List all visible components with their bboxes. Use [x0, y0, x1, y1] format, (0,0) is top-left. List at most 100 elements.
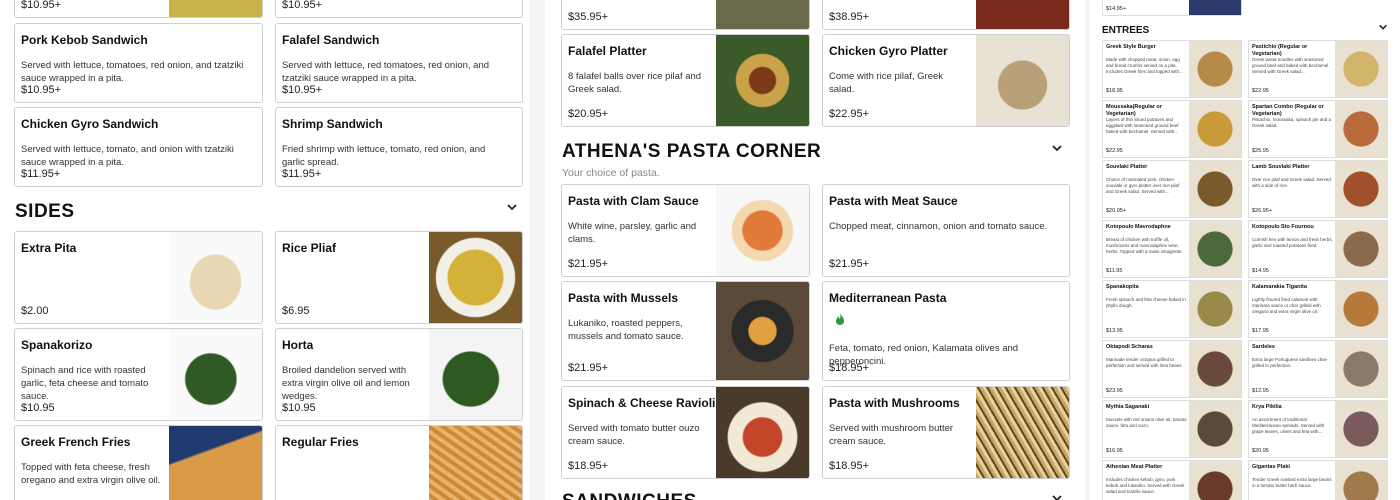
chevron-down-icon[interactable] [1051, 142, 1065, 156]
item-photo [716, 0, 809, 29]
menu-item-card[interactable]: Pasta with Meat Sauce Chopped meat, cinn… [822, 184, 1070, 277]
item-description: Come with rice pilaf, Greek salad. [829, 71, 944, 95]
item-price: $11.95+ [21, 168, 61, 180]
item-name: Shrimp Sandwich [282, 117, 383, 131]
item-name: Krya Pikilia [1252, 404, 1282, 410]
menu-item-card[interactable]: Chicken Gyro Platter Come with rice pila… [822, 34, 1070, 127]
menu-item-card[interactable]: Spanakorizo Spinach and rice with roaste… [14, 328, 263, 421]
item-photo [1189, 281, 1241, 337]
menu-item-card[interactable]: Kotopoulo Sto Fournou Cornish hen with le… [1248, 220, 1388, 278]
item-description: Served with lettuce, tomatoes, red onion… [21, 60, 244, 84]
item-photo [1189, 401, 1241, 457]
item-price: $18.95+ [568, 460, 609, 472]
item-name: Souvlaki Platter [1106, 164, 1148, 170]
menu-item-card[interactable]: Kotopoulo Mavrodaphne Breast of chicken w… [1102, 220, 1242, 278]
item-name: Mediterranean Pasta [829, 291, 947, 305]
menu-item-card[interactable]: Spinach & Cheese Ravioli Served with tom… [561, 386, 810, 479]
item-price: $2.00 [21, 305, 49, 317]
item-photo [976, 0, 1069, 29]
menu-item-card[interactable]: Falafel Platter 8 falafel balls over ric… [561, 34, 810, 127]
item-price: $17.95 [1252, 328, 1269, 334]
menu-item-card[interactable]: Greek Style Burger Made with chopped meat… [1102, 40, 1242, 98]
menu-item-card[interactable]: $14.95+ [1102, 0, 1242, 16]
menu-item-card[interactable]: Pork Kebob Sandwich Served with lettuce,… [14, 23, 263, 103]
menu-item-card[interactable]: Gigantas Plaki Tender Greek roasted extra… [1248, 460, 1388, 500]
item-description: Lukaniko, roasted peppers, mussels and t… [568, 318, 684, 342]
item-photo [1189, 221, 1241, 277]
menu-item-card[interactable]: Regular Fries [275, 425, 523, 500]
item-description: Tender Greek roasted extra large beans i… [1252, 477, 1332, 488]
item-price: $38.95+ [829, 11, 870, 23]
menu-item-card[interactable]: Lamb Souvlaki Platter Over rice pilaf and… [1248, 160, 1388, 218]
item-photo [429, 232, 522, 323]
item-description: Topped with feta cheese, fresh oregano a… [21, 462, 161, 486]
section-title-entrees: ENTREES [1102, 25, 1150, 36]
item-photo [169, 0, 262, 17]
menu-item-card[interactable]: Oktapodi Scharas Marinade tender octopus … [1102, 340, 1242, 398]
menu-item-card[interactable]: Krya Pikilia An assortment of traditional… [1248, 400, 1388, 458]
item-price: $35.95+ [568, 11, 609, 23]
menu-item-card[interactable]: Chicken Gyro Sandwich Served with lettuc… [14, 107, 263, 187]
menu-item-card[interactable]: Horta Broiled dandelion served with extr… [275, 328, 523, 421]
menu-item-card[interactable]: Pasta with Mushrooms Served with mushroo… [822, 386, 1070, 479]
menu-item-card[interactable]: Spartan Combo (Regular or Vegetarian) Pis… [1248, 100, 1388, 158]
menu-item-card[interactable]: Pasta with Mussels Lukaniko, roasted pep… [561, 281, 810, 381]
item-price: $16.95 [1106, 448, 1123, 454]
item-description: Lightly floured fried calamari with mari… [1252, 297, 1321, 314]
item-photo [1189, 461, 1241, 500]
item-name: Pasta with Clam Sauce [568, 194, 699, 208]
menu-item-card[interactable]: Pastichio (Regular or Vegetarian) Greek p… [1248, 40, 1388, 98]
item-name: Athenian Meat Platter [1106, 464, 1163, 470]
menu-item-card[interactable]: Moussaka(Regular or Vegetarian) Layers of… [1102, 100, 1242, 158]
item-description: Includes chicken kebob, gyro, pork kebob… [1106, 477, 1185, 494]
item-price: $10.95+ [282, 84, 323, 96]
item-name: Gigantas Plaki [1252, 464, 1290, 470]
menu-item-card[interactable]: Kalamarakia Tiganita Lightly floured frie… [1248, 280, 1388, 338]
item-photo [1189, 0, 1241, 15]
item-photo [1189, 101, 1241, 157]
item-photo [716, 387, 809, 478]
item-description: Fresh spinach and feta cheese baked in p… [1106, 297, 1186, 308]
item-name: Pastichio (Regular or Vegetarian) [1252, 44, 1308, 57]
item-price: $18.95 [1106, 88, 1123, 94]
item-price: $21.95+ [568, 258, 609, 270]
item-description: Over rice pilaf and Greek salad. Served … [1252, 177, 1331, 188]
item-name: Kalamarakia Tiganita [1252, 284, 1307, 290]
chevron-down-icon[interactable] [1051, 492, 1065, 500]
item-description: 8 falafel balls over rice pilaf and Gree… [568, 71, 702, 95]
item-description: Marinade tender octopus grilled to perfe… [1106, 357, 1183, 368]
menu-item-card[interactable]: Spanakopita Fresh spinach and feta cheese… [1102, 280, 1242, 338]
chevron-down-icon[interactable] [1378, 22, 1392, 36]
menu-item-card[interactable]: Falafel Sandwich Served with lettuce, re… [275, 23, 523, 103]
item-description: Pistachio, moussaka, spinach pie and a G… [1252, 117, 1332, 128]
menu-item-card[interactable]: Mediterranean Pasta Feta, tomato, red on… [822, 281, 1070, 381]
menu-item-card[interactable]: $38.95+ [822, 0, 1070, 30]
menu-item-card[interactable]: $35.95+ [561, 0, 810, 30]
item-description: Broiled dandelion served with extra virg… [282, 365, 410, 402]
item-description: White wine, parsley, garlic and clams. [568, 221, 697, 245]
item-description: Cornish hen with lemon and fresh herbs, … [1252, 237, 1333, 248]
menu-item-card[interactable]: Sardeles Extra large Portuguese sardines … [1248, 340, 1388, 398]
menu-item-card[interactable]: Souvlaki Platter Choice of marinated pork… [1102, 160, 1242, 218]
menu-item-card[interactable]: Extra Pita $2.00 [14, 231, 263, 324]
item-name: Chicken Gyro Platter [829, 44, 948, 58]
item-description: Choice of marinated pork, chicken souvla… [1106, 177, 1180, 194]
menu-item-card[interactable]: $10.95+ [14, 0, 263, 18]
chevron-down-icon[interactable] [506, 201, 520, 215]
item-price: $12.95 [1252, 388, 1269, 394]
menu-item-card[interactable]: Mythia Saganaki Mussels with red onions o… [1102, 400, 1242, 458]
menu-item-card[interactable]: Athenian Meat Platter Includes chicken ke… [1102, 460, 1242, 500]
item-price: $26.95+ [1252, 208, 1273, 214]
item-name: Mythia Saganaki [1106, 404, 1150, 410]
menu-item-card[interactable]: $10.95+ [275, 0, 523, 18]
item-name: Extra Pita [21, 241, 77, 255]
item-name: Kotopoulo Mavrodaphne [1106, 224, 1171, 230]
menu-item-card[interactable]: Greek French Fries Topped with feta chee… [14, 425, 263, 500]
spicy-flame-icon [835, 312, 845, 330]
menu-item-card[interactable]: Pasta with Clam Sauce White wine, parsle… [561, 184, 810, 277]
menu-item-card[interactable]: Shrimp Sandwich Fried shrimp with lettuc… [275, 107, 523, 187]
item-photo [169, 232, 262, 323]
item-photo [1335, 101, 1387, 157]
menu-item-card[interactable]: Rice Pliaf $6.95 [275, 231, 523, 324]
item-name: Pasta with Mushrooms [829, 396, 960, 410]
